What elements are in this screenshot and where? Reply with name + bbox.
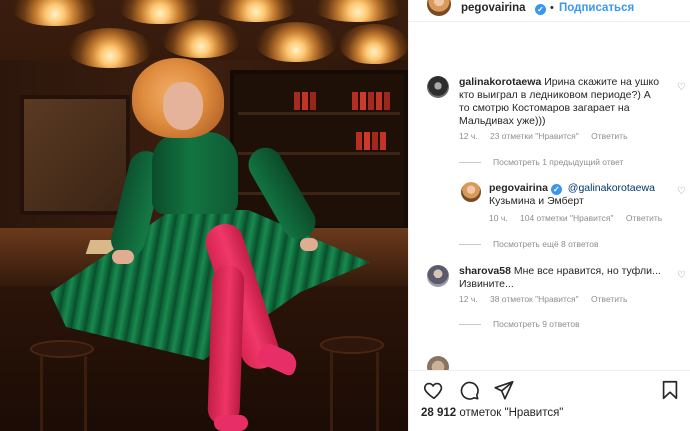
comment-meta: 12 ч. 38 отметок "Нравится" Ответить [459, 294, 637, 304]
comment-username[interactable]: pegovairina [489, 182, 548, 194]
comment-time: 10 ч. [489, 213, 508, 223]
reply-button[interactable]: Ответить [626, 213, 662, 223]
dress-top [152, 132, 238, 214]
comment-username[interactable]: sharova58 [459, 265, 511, 277]
leg [207, 264, 245, 426]
lamp [312, 0, 404, 22]
author-avatar[interactable] [427, 0, 451, 16]
share-icon[interactable] [493, 379, 515, 401]
author-username[interactable]: pegovairina [461, 2, 526, 14]
shoe [214, 415, 248, 431]
view-replies-link[interactable]: Посмотреть ещё 8 ответов [459, 239, 598, 249]
header-separator: • [550, 2, 554, 14]
comment-meta: 12 ч. 23 отметки "Нравится" Ответить [459, 131, 638, 141]
comment-like-icon[interactable]: ♡ [677, 270, 686, 281]
face [163, 82, 203, 130]
post-photo[interactable] [0, 0, 408, 431]
post-header: pegovairina ✓ • Подписаться [409, 0, 690, 22]
lamp [256, 22, 336, 62]
right-hand [300, 238, 318, 251]
comment-likes[interactable]: 23 отметки "Нравится" [490, 131, 579, 141]
view-replies-label: Посмотреть ещё 8 ответов [493, 239, 599, 249]
comment-body: galinakorotaewa Ирина скажите на ушко кт… [459, 76, 664, 128]
comment-text: Кузьмина и Эмберт [489, 195, 584, 207]
divider-line [459, 244, 481, 246]
post-action-bar: 28 912 отметок "Нравится" [409, 370, 690, 431]
left-hand [112, 250, 134, 264]
stool-leg [84, 356, 87, 431]
stool-leg [376, 352, 379, 431]
view-replies-link[interactable]: Посмотреть 1 предыдущий ответ [459, 157, 624, 167]
commenter-avatar[interactable] [427, 76, 449, 98]
comment-body: pegovairina ✓ @galinakorotaewa Кузьмина … [489, 182, 679, 208]
comment-body: sharova58 Мне все нравится, но туфли... … [459, 265, 664, 291]
comment-icon[interactable] [458, 379, 480, 401]
comment-time: 12 ч. [459, 294, 478, 304]
comment-time: 12 ч. [459, 131, 478, 141]
view-replies-link[interactable]: Посмотреть 9 ответов [459, 319, 580, 329]
commenter-avatar[interactable] [461, 182, 481, 202]
post-side-panel: pegovairina ✓ • Подписаться galinakorota… [408, 0, 690, 431]
comment-likes[interactable]: 38 отметок "Нравится" [490, 294, 579, 304]
comment-mention[interactable]: @galinakorotaewa [568, 182, 655, 194]
likes-number: 28 912 [421, 407, 457, 419]
lamp [214, 0, 298, 22]
follow-button[interactable]: Подписаться [559, 2, 634, 14]
commenter-avatar[interactable] [427, 265, 449, 287]
reply-button[interactable]: Ответить [591, 294, 627, 304]
lamp [340, 24, 408, 64]
lamp [162, 20, 240, 58]
stool-leg [330, 352, 333, 431]
lamp [68, 28, 152, 68]
view-replies-label: Посмотреть 1 предыдущий ответ [493, 157, 624, 167]
verified-icon: ✓ [535, 4, 546, 15]
lamp [12, 0, 98, 26]
verified-icon: ✓ [550, 184, 562, 195]
post-likes-count[interactable]: 28 912 отметок "Нравится" [421, 407, 563, 419]
divider-line [459, 162, 481, 164]
comment-like-icon[interactable]: ♡ [677, 186, 686, 197]
comment-meta: 10 ч. 104 отметки "Нравится" Ответить [489, 213, 672, 223]
comment-likes[interactable]: 104 отметки "Нравится" [520, 213, 614, 223]
stool-leg [40, 356, 43, 431]
comment-username[interactable]: galinakorotaewa [459, 76, 541, 88]
likes-label: отметок "Нравится" [459, 407, 564, 419]
view-replies-label: Посмотреть 9 ответов [493, 319, 580, 329]
comment-like-icon[interactable]: ♡ [677, 82, 686, 93]
bookmark-icon[interactable] [659, 379, 681, 401]
heart-icon[interactable] [423, 379, 445, 401]
photo-window [20, 95, 130, 215]
reply-button[interactable]: Ответить [591, 131, 627, 141]
divider-line [459, 324, 481, 326]
